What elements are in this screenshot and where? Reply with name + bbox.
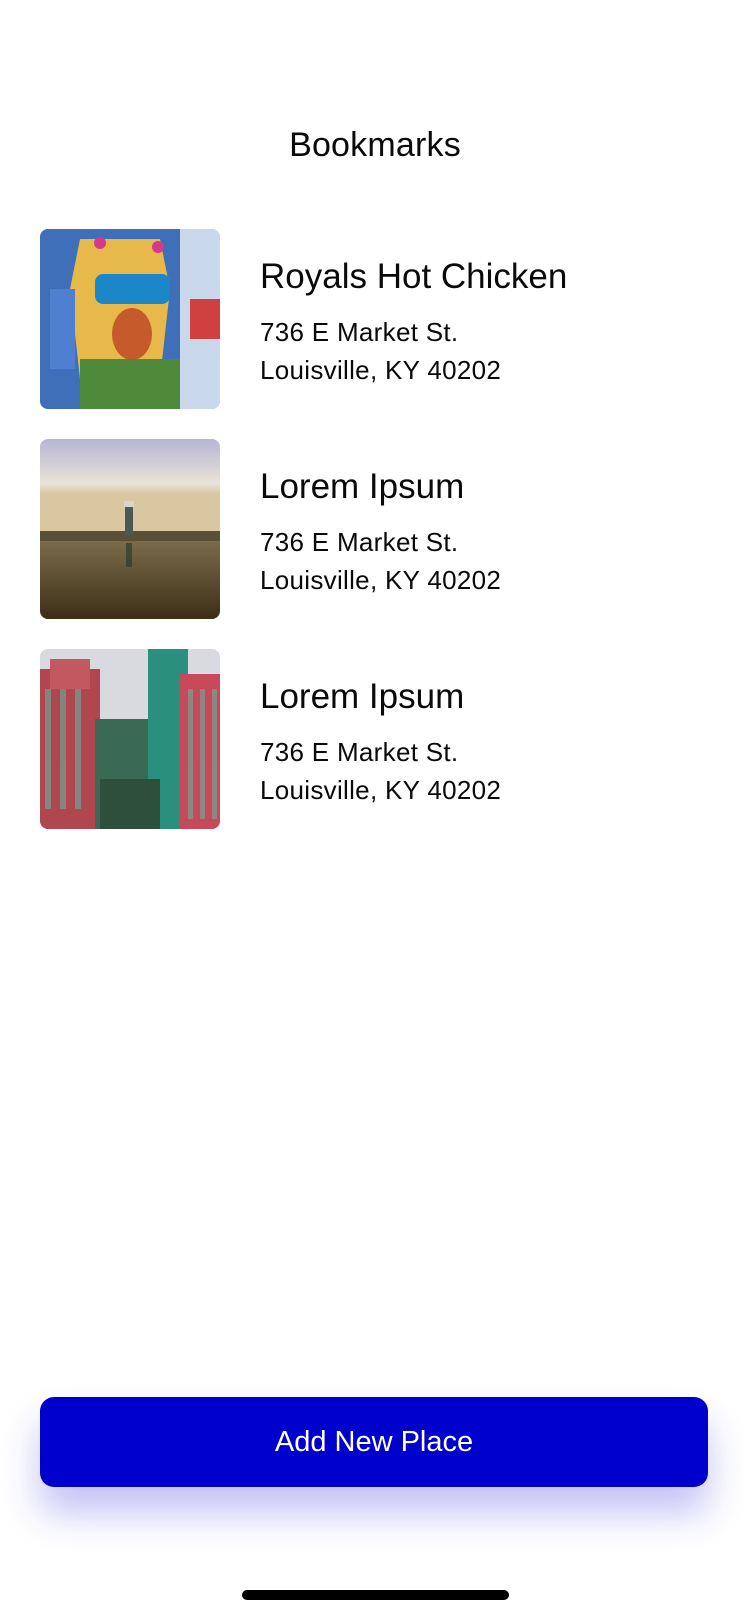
address-line-2: Louisville, KY 40202 [260, 355, 502, 385]
bookmark-info: Lorem Ipsum 736 E Market St. Louisville,… [260, 649, 501, 809]
address-line-1: 736 E Market St. [260, 317, 459, 347]
lighthouse-thumbnail [40, 439, 220, 619]
bookmark-info: Royals Hot Chicken 736 E Market St. Loui… [260, 229, 567, 389]
place-name: Royals Hot Chicken [260, 257, 568, 296]
page-title: Bookmarks [289, 126, 461, 164]
street-mural-photo [40, 229, 220, 409]
address-line-1: 736 E Market St. [260, 527, 459, 557]
lighthouse-photo [40, 439, 220, 619]
address-line-1: 736 E Market St. [260, 737, 459, 767]
street-mural-thumbnail [40, 229, 220, 409]
place-name: Lorem Ipsum [260, 467, 465, 506]
address-line-2: Louisville, KY 40202 [260, 775, 502, 805]
bookmark-item[interactable]: Royals Hot Chicken 736 E Market St. Loui… [40, 229, 710, 409]
add-new-place-button[interactable]: Add New Place [40, 1397, 708, 1487]
place-name: Lorem Ipsum [260, 677, 465, 716]
bookmark-list: Royals Hot Chicken 736 E Market St. Loui… [40, 229, 710, 859]
city-buildings-thumbnail [40, 649, 220, 829]
city-buildings-photo [40, 649, 220, 829]
address-line-2: Louisville, KY 40202 [260, 565, 502, 595]
place-address: 736 E Market St. Louisville, KY 40202 [260, 313, 567, 389]
place-address: 736 E Market St. Louisville, KY 40202 [260, 733, 501, 809]
bookmark-item[interactable]: Lorem Ipsum 736 E Market St. Louisville,… [40, 439, 710, 619]
bookmark-info: Lorem Ipsum 736 E Market St. Louisville,… [260, 439, 501, 599]
bookmark-item[interactable]: Lorem Ipsum 736 E Market St. Louisville,… [40, 649, 710, 829]
home-indicator [242, 1590, 509, 1600]
bookmarks-screen: Bookmarks Royals Hot Chicken 736 E Marke… [0, 0, 750, 1624]
place-address: 736 E Market St. Louisville, KY 40202 [260, 523, 501, 599]
